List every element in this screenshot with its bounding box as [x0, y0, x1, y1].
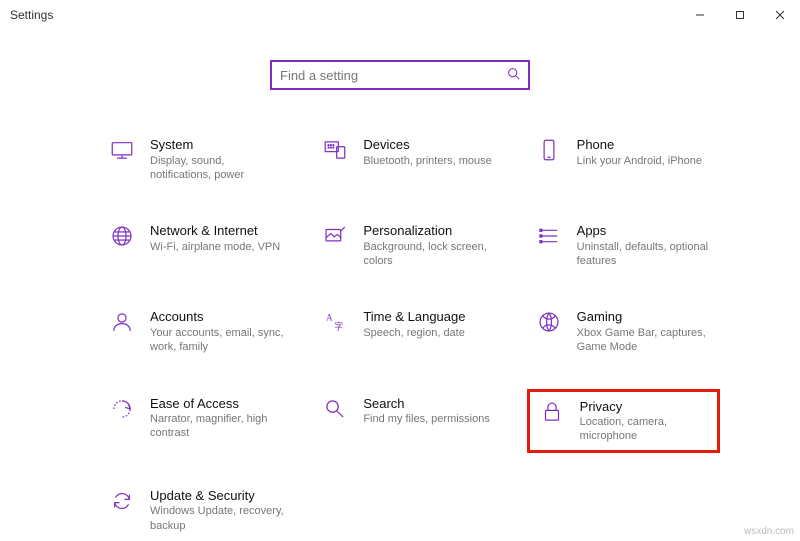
tile-desc: Windows Update, recovery, backup: [150, 504, 285, 533]
svg-text:字: 字: [335, 321, 344, 332]
tile-network[interactable]: Network & Internet Wi-Fi, airplane mode,…: [100, 216, 293, 274]
tile-update-security[interactable]: Update & Security Windows Update, recove…: [100, 481, 293, 539]
globe-icon: [108, 222, 136, 250]
tile-text: Privacy Location, camera, microphone: [580, 398, 709, 444]
tile-text: Time & Language Speech, region, date: [363, 308, 465, 340]
minimize-button[interactable]: [680, 0, 720, 30]
tile-desc: Display, sound, notifications, power: [150, 154, 285, 183]
tile-title: Apps: [577, 223, 712, 239]
tile-text: Network & Internet Wi-Fi, airplane mode,…: [150, 222, 280, 254]
accounts-icon: [108, 308, 136, 336]
tile-time-language[interactable]: A字 Time & Language Speech, region, date: [313, 302, 506, 360]
tile-title: Ease of Access: [150, 396, 285, 412]
tile-text: Accounts Your accounts, email, sync, wor…: [150, 308, 285, 354]
tile-text: Apps Uninstall, defaults, optional featu…: [577, 222, 712, 268]
search-box[interactable]: [270, 60, 530, 90]
tile-personalization[interactable]: Personalization Background, lock screen,…: [313, 216, 506, 274]
window-title: Settings: [10, 8, 53, 22]
search-input[interactable]: [280, 68, 507, 83]
tile-desc: Narrator, magnifier, high contrast: [150, 412, 285, 441]
tile-text: System Display, sound, notifications, po…: [150, 136, 285, 182]
search-row: [0, 60, 800, 90]
time-language-icon: A字: [321, 308, 349, 336]
update-icon: [108, 487, 136, 515]
search-icon: [507, 67, 520, 83]
tile-title: System: [150, 137, 285, 153]
tile-title: Network & Internet: [150, 223, 280, 239]
tile-search[interactable]: Search Find my files, permissions: [313, 389, 506, 453]
tile-text: Update & Security Windows Update, recove…: [150, 487, 285, 533]
tile-gaming[interactable]: Gaming Xbox Game Bar, captures, Game Mod…: [527, 302, 720, 360]
tile-desc: Background, lock screen, colors: [363, 240, 498, 269]
tile-ease-of-access[interactable]: Ease of Access Narrator, magnifier, high…: [100, 389, 293, 453]
tile-desc: Bluetooth, printers, mouse: [363, 154, 491, 168]
lock-icon: [538, 398, 566, 426]
tile-title: Accounts: [150, 309, 285, 325]
tile-desc: Speech, region, date: [363, 326, 465, 340]
ease-of-access-icon: [108, 395, 136, 423]
tile-text: Search Find my files, permissions: [363, 395, 490, 427]
tile-privacy[interactable]: Privacy Location, camera, microphone: [527, 389, 720, 453]
tile-text: Personalization Background, lock screen,…: [363, 222, 498, 268]
tile-text: Gaming Xbox Game Bar, captures, Game Mod…: [577, 308, 712, 354]
tile-phone[interactable]: Phone Link your Android, iPhone: [527, 130, 720, 188]
search-tile-icon: [321, 395, 349, 423]
personalization-icon: [321, 222, 349, 250]
watermark: wsxdn.com: [744, 526, 794, 537]
tile-desc: Your accounts, email, sync, work, family: [150, 326, 285, 355]
window-controls: [680, 0, 800, 30]
tile-title: Update & Security: [150, 488, 285, 504]
close-icon: [775, 10, 785, 20]
tile-title: Gaming: [577, 309, 712, 325]
tile-devices[interactable]: Devices Bluetooth, printers, mouse: [313, 130, 506, 188]
titlebar: Settings: [0, 0, 800, 30]
tile-text: Phone Link your Android, iPhone: [577, 136, 702, 168]
tile-title: Phone: [577, 137, 702, 153]
tile-desc: Uninstall, defaults, optional features: [577, 240, 712, 269]
svg-text:A: A: [326, 313, 333, 323]
devices-icon: [321, 136, 349, 164]
tile-desc: Link your Android, iPhone: [577, 154, 702, 168]
maximize-button[interactable]: [720, 0, 760, 30]
tile-title: Personalization: [363, 223, 498, 239]
tile-title: Time & Language: [363, 309, 465, 325]
close-button[interactable]: [760, 0, 800, 30]
apps-icon: [535, 222, 563, 250]
tile-desc: Location, camera, microphone: [580, 415, 709, 444]
system-icon: [108, 136, 136, 164]
tile-text: Ease of Access Narrator, magnifier, high…: [150, 395, 285, 441]
minimize-icon: [695, 10, 705, 20]
tile-title: Privacy: [580, 399, 709, 415]
tile-accounts[interactable]: Accounts Your accounts, email, sync, wor…: [100, 302, 293, 360]
tile-title: Devices: [363, 137, 491, 153]
tile-desc: Wi-Fi, airplane mode, VPN: [150, 240, 280, 254]
phone-icon: [535, 136, 563, 164]
tile-desc: Find my files, permissions: [363, 412, 490, 426]
tile-desc: Xbox Game Bar, captures, Game Mode: [577, 326, 712, 355]
maximize-icon: [735, 10, 745, 20]
tile-text: Devices Bluetooth, printers, mouse: [363, 136, 491, 168]
gaming-icon: [535, 308, 563, 336]
tile-title: Search: [363, 396, 490, 412]
tile-apps[interactable]: Apps Uninstall, defaults, optional featu…: [527, 216, 720, 274]
tile-system[interactable]: System Display, sound, notifications, po…: [100, 130, 293, 188]
settings-grid: System Display, sound, notifications, po…: [100, 130, 720, 539]
